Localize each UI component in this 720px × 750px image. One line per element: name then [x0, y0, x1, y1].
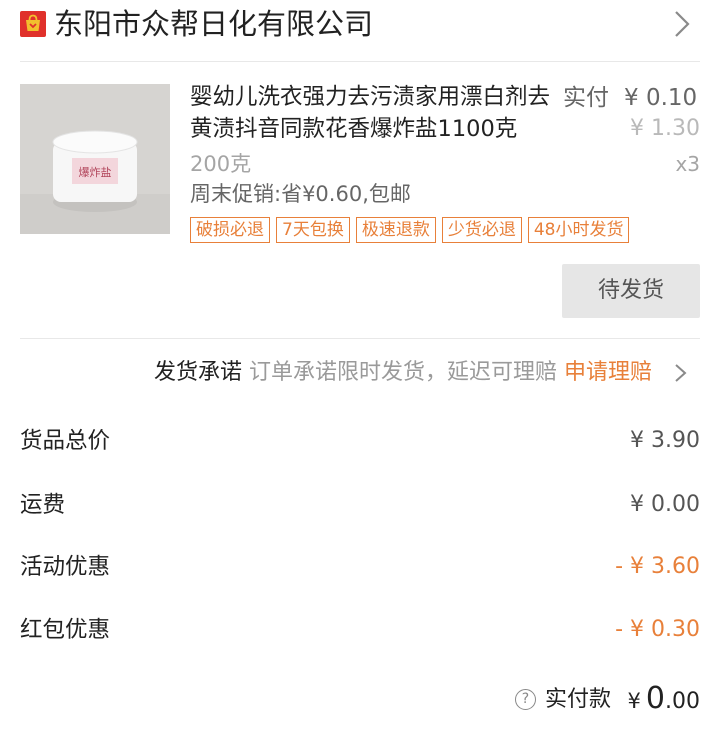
- service-tag: 破损必退: [190, 217, 270, 243]
- service-tag: 少货必退: [441, 217, 522, 243]
- thumbnail-label: 爆炸盐: [79, 165, 112, 179]
- shipping-value: ¥ 0.00: [630, 492, 700, 517]
- chevron-right-icon[interactable]: [672, 358, 690, 388]
- shipping-label: 运费: [20, 492, 66, 518]
- goods-total-value: ¥ 3.90: [630, 428, 700, 453]
- total-decimal: .00: [665, 689, 700, 714]
- paid-price: ¥ 0.10: [624, 85, 698, 111]
- promo-text: 周末促销:省¥0.60,包邮: [190, 182, 411, 206]
- activity-discount-label: 活动优惠: [20, 554, 111, 580]
- promise-text: 订单承诺限时发货，延迟可理赔: [248, 360, 557, 385]
- chevron-right-icon[interactable]: [670, 6, 694, 42]
- total-paid-value: ¥ 0.00: [627, 681, 700, 721]
- service-tag: 极速退款: [355, 217, 436, 243]
- product-quantity: x3: [675, 152, 700, 176]
- promise-label: 发货承诺: [153, 360, 242, 385]
- total-currency: ¥: [627, 689, 641, 713]
- total-paid-label: 实付款: [545, 687, 612, 712]
- total-integer: 0: [645, 681, 665, 716]
- product-spec: 200克: [190, 152, 252, 176]
- shop-bag-icon: [20, 11, 46, 37]
- delivery-promise[interactable]: 发货承诺 订单承诺限时发货，延迟可理赔 申请理赔: [154, 358, 652, 388]
- product-title[interactable]: 婴幼儿洗衣强力去污渍家用漂白剂去黄渍抖音同款花香爆炸盐1100克: [190, 81, 560, 145]
- service-tag: 7天包换: [276, 217, 350, 243]
- order-status-button[interactable]: 待发货: [562, 264, 700, 318]
- divider: [20, 61, 700, 62]
- goods-total-label: 货品总价: [20, 428, 111, 454]
- shop-name[interactable]: 东阳市众帮日化有限公司: [54, 4, 373, 44]
- service-tags: 破损必退 7天包换 极速退款 少货必退 48小时发货: [190, 217, 630, 243]
- product-thumbnail[interactable]: 爆炸盐: [20, 84, 170, 234]
- activity-discount-value: - ¥ 3.60: [615, 554, 700, 579]
- original-price: ¥ 1.30: [630, 116, 700, 141]
- redpacket-discount-label: 红包优惠: [20, 617, 111, 643]
- divider: [20, 338, 700, 339]
- question-icon[interactable]: ?: [515, 689, 536, 710]
- service-tag: 48小时发货: [527, 217, 630, 243]
- redpacket-discount-value: - ¥ 0.30: [615, 617, 700, 642]
- paid-label: 实付: [563, 85, 609, 111]
- claim-link[interactable]: 申请理赔: [564, 360, 652, 385]
